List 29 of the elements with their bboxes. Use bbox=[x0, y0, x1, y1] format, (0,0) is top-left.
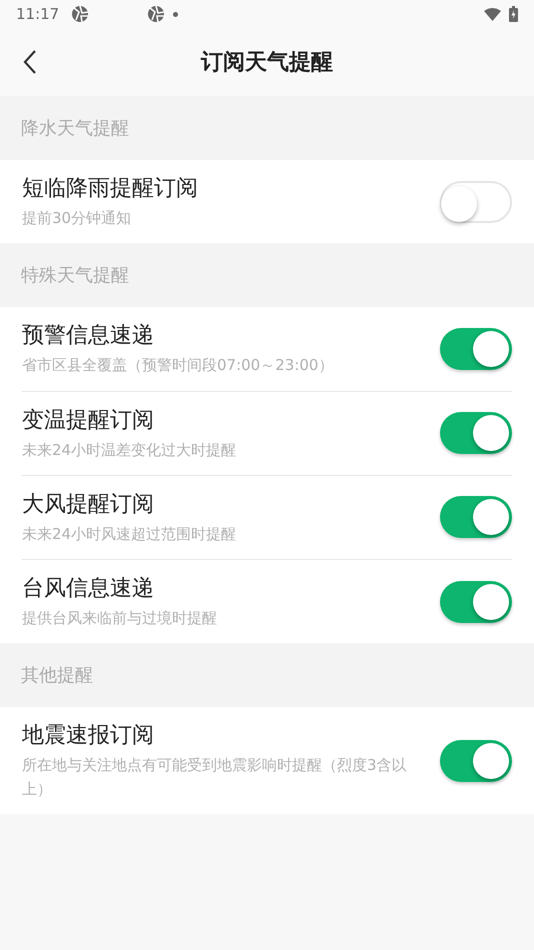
page-title: 订阅天气提醒 bbox=[201, 49, 333, 77]
toggle-switch[interactable] bbox=[440, 740, 512, 782]
dot-icon bbox=[173, 12, 178, 16]
setting-description: 未来24小时温差变化过大时提醒 bbox=[22, 440, 238, 460]
setting-description: 未来24小时风速超过范围时提醒 bbox=[22, 524, 238, 545]
setting-title: 大风提醒订阅 bbox=[22, 490, 155, 519]
toggle-switch[interactable] bbox=[440, 328, 512, 370]
setting-title: 台风信息速递 bbox=[22, 575, 155, 603]
setting-title: 预警信息速递 bbox=[22, 322, 155, 350]
toggle-switch[interactable] bbox=[440, 496, 512, 538]
section-title: 降水天气提醒 bbox=[21, 117, 129, 140]
setting-title: 短临降雨提醒订阅 bbox=[22, 175, 199, 203]
setting-title: 地震速报订阅 bbox=[22, 722, 155, 750]
setting-description: 省市区县全覆盖（预警时间段07:00～23:00） bbox=[22, 355, 334, 376]
setting-description: 提前30分钟通知 bbox=[22, 208, 132, 229]
setting-description: 提供台风来临前与过境时提醒 bbox=[22, 608, 218, 629]
aperture-icon bbox=[71, 5, 90, 23]
status-time: 11:17 bbox=[16, 5, 60, 23]
back-icon bbox=[23, 49, 37, 75]
aperture-icon bbox=[147, 5, 166, 23]
section-title: 其他提醒 bbox=[21, 664, 93, 688]
battery-icon bbox=[509, 6, 518, 22]
toggle-switch[interactable] bbox=[440, 180, 512, 223]
toggle-switch[interactable] bbox=[440, 412, 512, 454]
setting-title: 变温提醒订阅 bbox=[22, 406, 155, 434]
wifi-icon bbox=[484, 8, 501, 20]
section-title: 特殊天气提醒 bbox=[21, 264, 129, 288]
toggle-switch[interactable] bbox=[440, 580, 512, 623]
setting-description: 所在地与关注地点有可能受到地震影响时提醒（烈度3含以上） bbox=[22, 755, 408, 800]
